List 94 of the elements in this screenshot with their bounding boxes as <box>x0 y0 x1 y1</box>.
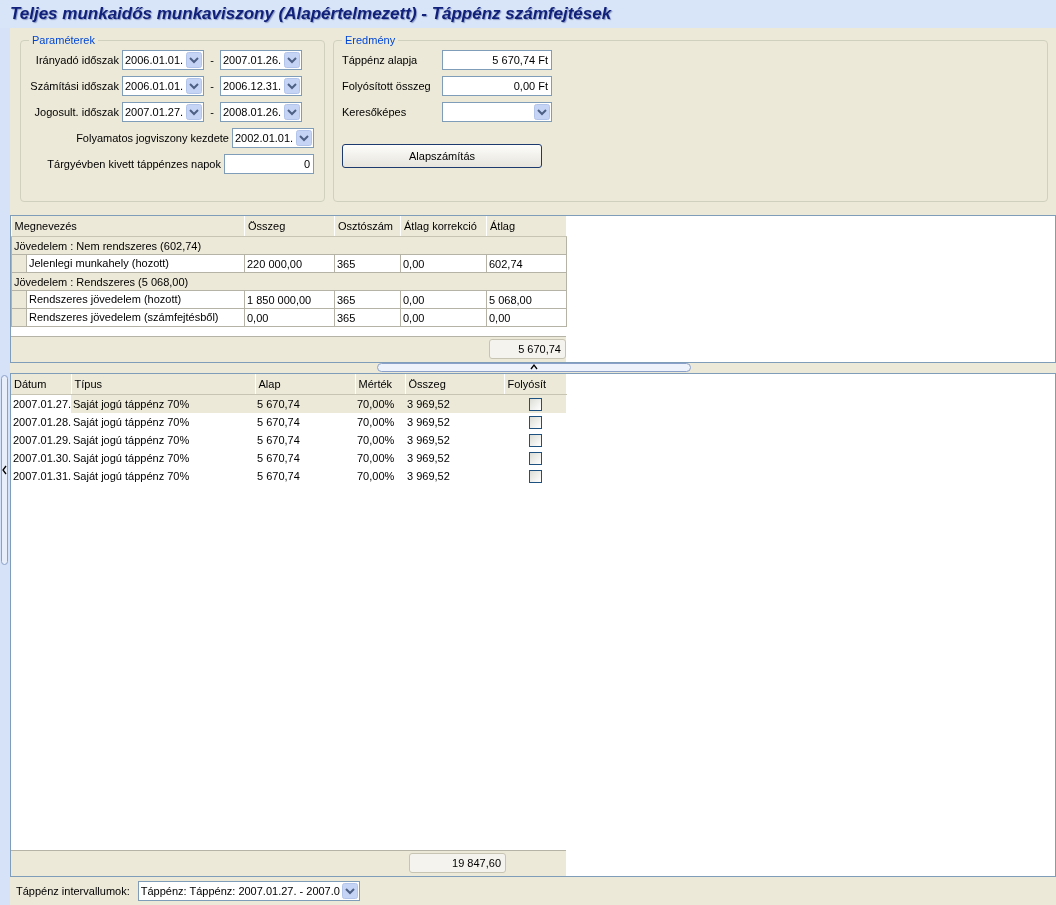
table-cell-text: 5 670,74 <box>256 451 301 466</box>
field-label: Folyósított összeg <box>342 80 432 92</box>
column-header[interactable]: Megnevezés <box>11 216 245 237</box>
date-picker[interactable]: 2007.01.27. <box>122 102 204 122</box>
table-cell: 365 <box>334 308 401 327</box>
table-row[interactable]: 2007.01.29. Saját jogú táppénz 70% 5 670,74 70,00% 3 969,52 <box>11 431 566 449</box>
total-value: 5 670,74 <box>489 339 566 359</box>
table-cell-text: 2007.01.31. <box>12 469 71 484</box>
splitter-handle[interactable] <box>1 375 8 565</box>
field-label: Keresőképes <box>342 106 408 118</box>
table-cell: 70,00% <box>355 413 405 431</box>
dropdown-icon <box>534 104 550 120</box>
dropdown-icon <box>186 52 202 68</box>
field-label: Táppénz intervallumok: <box>16 885 130 897</box>
range-separator: - <box>209 106 215 118</box>
field-label: Tárgyévben kivett táppénzes napok <box>47 158 222 170</box>
table-cell: 0,00 <box>400 254 487 273</box>
checkbox[interactable] <box>528 415 542 429</box>
table-cell: 365 <box>334 254 401 273</box>
range-separator: - <box>209 80 215 92</box>
input-field[interactable]: 0 <box>224 154 314 174</box>
dropdown-icon <box>186 78 202 94</box>
column-header[interactable]: Összeg <box>244 216 335 237</box>
group-legend: Eredmény <box>342 34 399 46</box>
table-row[interactable]: 2007.01.27. Saját jogú táppénz 70% 5 670,74 70,00% 3 969,52 <box>11 394 566 413</box>
table-cell: 0,00 <box>486 308 567 327</box>
table-cell: Saját jogú táppénz 70% <box>71 467 255 485</box>
table-cell-text: 3 969,52 <box>406 433 451 448</box>
range-separator: - <box>209 54 215 66</box>
column-header[interactable]: Átlag korrekció <box>400 216 487 237</box>
table-cell-text: 3 969,52 <box>406 451 451 466</box>
checkbox[interactable] <box>528 469 542 483</box>
table-cell: 220 000,00 <box>244 254 335 273</box>
dropdown-icon <box>341 883 358 899</box>
date-picker[interactable]: 2007.01.26. <box>220 50 302 70</box>
table-cell-text: 2007.01.29. <box>12 433 71 448</box>
field-label: Irányadó időszak <box>34 54 120 66</box>
table-cell-text: 5 670,74 <box>256 433 301 448</box>
total-value: 19 847,60 <box>409 853 506 873</box>
table-cell: 0,00 <box>400 308 487 327</box>
table-cell-text: 2007.01.30. <box>12 451 71 466</box>
window-title: Teljes munkaidős munkaviszony (Alapértelmezett) - Táppénz számfejtések <box>10 4 612 24</box>
column-header[interactable]: Átlag <box>486 216 567 237</box>
dropdown-icon <box>296 130 312 146</box>
table-cell: Saját jogú táppénz 70% <box>71 449 255 467</box>
table-cell: 0,00 <box>400 290 487 309</box>
date-picker[interactable]: 2008.01.26. <box>220 102 302 122</box>
table-cell-text: 3 969,52 <box>406 469 451 484</box>
column-header[interactable]: Mérték <box>355 374 405 395</box>
dropdown-field[interactable]: Táppénz: Táppénz: 2007.01.27. - 2007.0 <box>137 881 360 901</box>
field-label: Táppénz alapja <box>342 54 419 66</box>
column-header[interactable]: Folyósít <box>504 374 566 395</box>
column-header[interactable]: Összeg <box>405 374 504 395</box>
checkbox[interactable] <box>528 397 542 411</box>
date-picker[interactable]: 2002.01.01. <box>232 128 314 148</box>
checkbox[interactable] <box>528 433 542 447</box>
table-cell: 5 670,74 <box>255 413 355 431</box>
table-cell: 3 969,52 <box>405 413 504 431</box>
column-header[interactable]: Típus <box>71 374 255 395</box>
table-row[interactable]: 2007.01.30. Saját jogú táppénz 70% 5 670,74 70,00% 3 969,52 <box>11 449 566 467</box>
table-cell: 602,74 <box>486 254 567 273</box>
table-cell: 1 850 000,00 <box>244 290 335 309</box>
checkbox[interactable] <box>528 451 542 465</box>
table-cell: 2007.01.28. <box>11 413 71 431</box>
table-cell-text: 70,00% <box>356 451 396 466</box>
input-field[interactable]: 0,00 Ft <box>442 76 552 96</box>
column-header[interactable]: Osztószám <box>334 216 401 237</box>
table-cell-text: 70,00% <box>356 469 396 484</box>
field-label: Számítási időszak <box>29 80 120 92</box>
input-field[interactable]: 5 670,74 Ft <box>442 50 552 70</box>
table-cell: 5 068,00 <box>486 290 567 309</box>
table-cell: Saját jogú táppénz 70% <box>71 431 255 449</box>
table-cell: 365 <box>334 290 401 309</box>
table-cell-text: 5 670,74 <box>256 469 301 484</box>
date-picker[interactable]: 2006.01.01. <box>122 50 204 70</box>
dropdown-field[interactable] <box>442 102 552 122</box>
column-header[interactable]: Dátum <box>11 374 71 395</box>
dropdown-icon <box>284 104 300 120</box>
dropdown-icon <box>284 78 300 94</box>
table-cell-text: 70,00% <box>356 433 396 448</box>
table-cell: Saját jogú táppénz 70% <box>71 413 255 431</box>
dropdown-icon <box>284 52 300 68</box>
field-label: Folyamatos jogviszony kezdete <box>76 132 230 144</box>
date-picker[interactable]: 2006.01.01. <box>122 76 204 96</box>
field-label: Jogosult. időszak <box>33 106 120 118</box>
calculate-button[interactable]: Alapszámítás <box>342 144 542 168</box>
column-header[interactable]: Alap <box>255 374 355 395</box>
date-picker[interactable]: 2006.12.31. <box>220 76 302 96</box>
table-row[interactable]: 2007.01.31. Saját jogú táppénz 70% 5 670,74 70,00% 3 969,52 <box>11 467 566 485</box>
table-cell: 0,00 <box>244 308 335 327</box>
group-legend: Paraméterek <box>29 34 98 46</box>
collapse-handle[interactable] <box>377 363 691 372</box>
table-row[interactable]: 2007.01.28. Saját jogú táppénz 70% 5 670,74 70,00% 3 969,52 <box>11 413 566 431</box>
dropdown-icon <box>186 104 202 120</box>
